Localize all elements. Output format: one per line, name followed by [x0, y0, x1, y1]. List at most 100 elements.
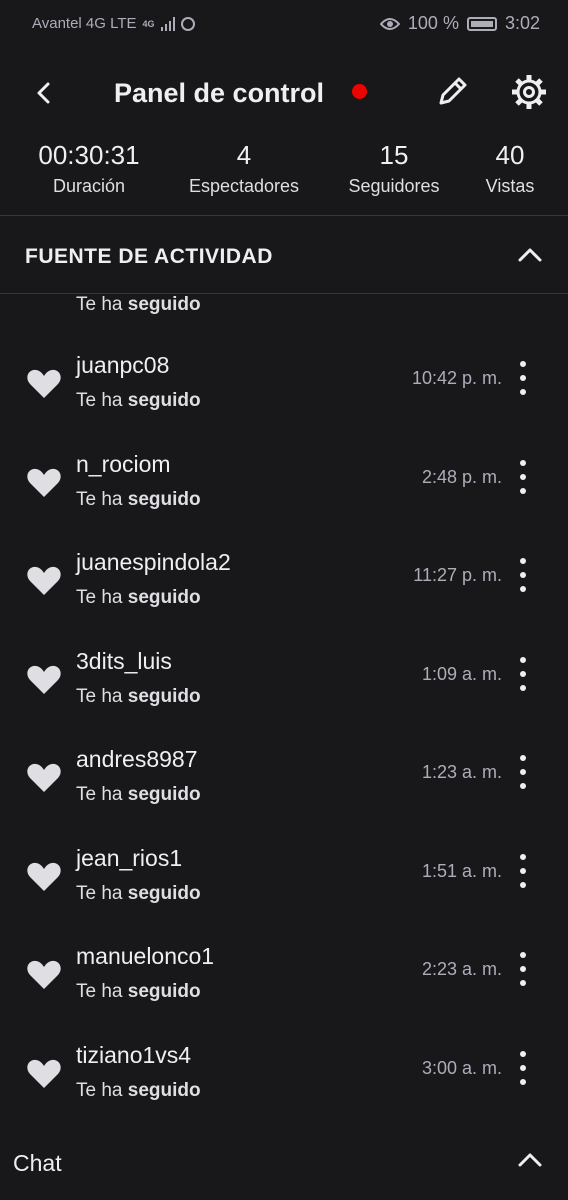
follower-username[interactable]: jean_rios1 — [76, 845, 182, 872]
stat-viewers: 4 Espectadores — [180, 140, 308, 197]
activity-time: 1:51 a. m. — [421, 860, 502, 881]
activity-time: 2:23 a. m. — [421, 959, 502, 979]
stat-followers: 15 Seguidores — [340, 140, 448, 197]
stat-label: Seguidores — [348, 176, 440, 196]
follow-action: Te ha seguido — [76, 981, 201, 1003]
more-vertical-icon[interactable] — [512, 656, 534, 691]
more-vertical-icon[interactable] — [512, 1050, 534, 1085]
chat-bar[interactable]: Chat — [0, 1121, 568, 1200]
action-prefix: Te ha — [76, 685, 123, 707]
action-prefix: Te ha — [76, 294, 123, 315]
heart-icon — [27, 960, 61, 989]
more-vertical-icon[interactable] — [512, 952, 534, 986]
activity-time: 11:27 p. m. — [413, 565, 502, 585]
action-prefix: Te ha — [76, 981, 123, 1002]
action-prefix: Te ha — [76, 488, 123, 510]
activity-item[interactable]: juanpc08 Te ha seguido 10:42 p. m. — [0, 352, 568, 450]
status-bar: Avantel 4G LTE 4G 100 % 3:02 — [0, 0, 568, 48]
activity-time: 2:48 p. m. — [421, 466, 502, 487]
clock: 3:02 — [504, 13, 540, 33]
chevron-up-icon[interactable] — [517, 246, 543, 264]
activity-feed-header[interactable]: FUENTE DE ACTIVIDAD — [0, 216, 568, 294]
stat-label: Vistas — [485, 176, 535, 196]
follow-action: Te ha seguido — [76, 587, 201, 609]
activity-time: 1:23 a. m. — [421, 762, 502, 782]
follower-username[interactable]: juanespindola2 — [76, 549, 231, 576]
heart-icon — [27, 763, 61, 792]
chevron-left-icon[interactable] — [28, 76, 60, 110]
stat-label: Espectadores — [188, 176, 300, 196]
action-bold: seguido — [127, 784, 201, 805]
whatsapp-icon — [180, 16, 195, 31]
follower-username[interactable]: andres8987 — [76, 746, 198, 773]
activity-time: 1:09 a. m. — [421, 663, 502, 684]
action-bold: seguido — [127, 294, 201, 315]
follower-username[interactable]: 3dits_luis — [76, 648, 172, 675]
heart-icon — [27, 1059, 61, 1088]
follower-username[interactable]: juanpc08 — [76, 352, 169, 379]
activity-item[interactable]: manuelonco1 Te ha seguido 2:23 a. m. — [0, 943, 568, 1041]
app-bar: Panel de control — [0, 56, 568, 132]
follower-username[interactable]: manuelonco1 — [76, 943, 214, 970]
follow-action: Te ha seguido — [76, 883, 201, 905]
activity-time: 10:42 p. m. — [411, 368, 502, 388]
follow-action: Te ha seguido — [76, 686, 201, 708]
chevron-up-icon[interactable] — [517, 1151, 543, 1169]
activity-item[interactable]: 3dits_luis Te ha seguido 1:09 a. m. — [0, 648, 568, 746]
action-bold: seguido — [127, 882, 201, 904]
action-bold: seguido — [127, 488, 201, 510]
heart-icon — [27, 665, 61, 694]
more-vertical-icon[interactable] — [512, 853, 534, 888]
pencil-icon[interactable] — [436, 74, 470, 108]
follow-action: Te ha seguido — [76, 1080, 201, 1102]
stream-stats: 00:30:31 Duración 4 Espectadores 15 Segu… — [0, 140, 568, 216]
partial-item-action: Te ha seguido — [76, 294, 201, 316]
activity-feed-title: FUENTE DE ACTIVIDAD — [25, 245, 273, 268]
stat-value: 40 — [495, 140, 525, 170]
stat-value: 4 — [236, 140, 252, 170]
more-vertical-icon[interactable] — [512, 755, 534, 789]
activity-item[interactable]: jean_rios1 Te ha seguido 1:51 a. m. — [0, 845, 568, 943]
follow-action: Te ha seguido — [76, 784, 201, 806]
action-prefix: Te ha — [76, 1079, 123, 1101]
gear-icon[interactable] — [510, 73, 548, 111]
eye-icon — [379, 17, 400, 30]
stat-label: Duración — [52, 176, 126, 196]
activity-item[interactable]: n_rociom Te ha seguido 2:48 p. m. — [0, 451, 568, 549]
activity-item[interactable]: andres8987 Te ha seguido 1:23 a. m. — [0, 746, 568, 844]
battery-icon — [466, 16, 497, 31]
page-title: Panel de control — [114, 78, 325, 108]
more-vertical-icon[interactable] — [512, 558, 534, 592]
activity-time: 3:00 a. m. — [421, 1057, 502, 1078]
follow-action: Te ha seguido — [76, 390, 201, 412]
activity-feed[interactable]: Te ha seguido juanpc08 Te ha seguido 10:42… — [0, 294, 568, 1120]
heart-icon — [27, 468, 61, 497]
action-bold: seguido — [127, 390, 201, 411]
heart-icon — [27, 566, 61, 595]
action-bold: seguido — [127, 685, 201, 707]
activity-item[interactable]: juanespindola2 Te ha seguido 11:27 p. m. — [0, 549, 568, 647]
signal-icon — [160, 16, 175, 31]
network-badge: 4G — [142, 18, 155, 29]
action-bold: seguido — [127, 981, 201, 1002]
stat-duration: 00:30:31 Duración — [30, 140, 148, 197]
action-prefix: Te ha — [76, 587, 123, 608]
follower-username[interactable]: n_rociom — [76, 451, 171, 478]
activity-item[interactable]: tiziano1vs4 Te ha seguido 3:00 a. m. — [0, 1042, 568, 1121]
stat-value: 00:30:31 — [38, 140, 140, 170]
battery-percent: 100 % — [407, 13, 459, 33]
action-bold: seguido — [127, 587, 201, 608]
follower-username[interactable]: tiziano1vs4 — [76, 1042, 191, 1069]
action-prefix: Te ha — [76, 390, 123, 411]
heart-icon — [27, 369, 61, 398]
live-indicator — [352, 84, 367, 99]
stat-value: 15 — [379, 140, 409, 170]
heart-icon — [27, 862, 61, 891]
carrier-label: Avantel 4G LTE — [32, 15, 137, 32]
action-prefix: Te ha — [76, 882, 123, 904]
action-bold: seguido — [127, 1079, 201, 1101]
stat-views: 40 Vistas — [478, 140, 542, 197]
chat-label: Chat — [13, 1150, 62, 1176]
more-vertical-icon[interactable] — [512, 459, 534, 494]
more-vertical-icon[interactable] — [512, 361, 534, 395]
